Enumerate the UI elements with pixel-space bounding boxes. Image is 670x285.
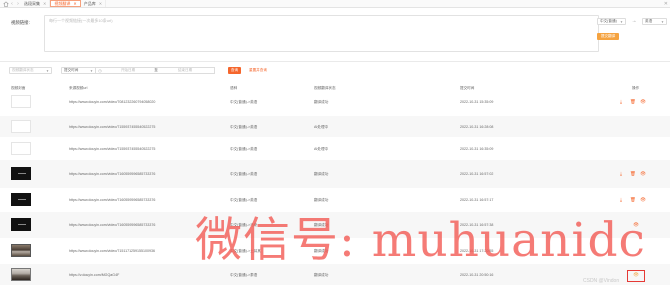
download-icon[interactable]: ⤓: [620, 197, 622, 202]
chevron-down-icon: ▼: [620, 19, 623, 24]
submit-time-cell: 2022-10-31 15:35:09: [460, 100, 494, 104]
chevron-down-icon: ▼: [661, 19, 664, 24]
language-cell: 中文(普通)->英语: [230, 198, 258, 202]
source-url-cell: https://www.douyin.com/video/71511712591…: [69, 249, 156, 253]
reset-search-button[interactable]: 重置并查询: [249, 68, 267, 73]
source-url-cell: https://www.douyin.com/video/71605595965…: [69, 198, 156, 202]
submit-time-cell: 2022-10-31 16:35:09: [460, 147, 494, 151]
status-cell: 翻译成功: [314, 273, 329, 277]
source-url-cell: https://www.douyin.com/video/71559374555…: [69, 125, 156, 129]
video-cover-thumbnail[interactable]: [11, 244, 31, 257]
home-icon[interactable]: [2, 0, 9, 7]
close-icon[interactable]: ✕: [73, 1, 76, 6]
source-url-cell: https://v.douyin.com/MGQaG4F: [69, 273, 120, 277]
video-cover-thumbnail[interactable]: [11, 95, 31, 108]
tab-label: 视频翻译: [54, 0, 71, 6]
video-cover-thumbnail[interactable]: [11, 218, 31, 231]
source-url-cell: https://www.douyin.com/video/71559374555…: [69, 147, 156, 151]
language-cell: 中文(普通)->英语: [230, 147, 258, 151]
video-link-label: 视频链接:: [11, 20, 30, 25]
video-cover-thumbnail[interactable]: [11, 268, 31, 281]
table-row: https://www.douyin.com/video/71559374555…: [0, 137, 670, 160]
divider: [0, 61, 670, 62]
tab-label: 选段采集: [24, 0, 40, 6]
status-filter-placeholder: 视频翻译状态: [12, 68, 34, 72]
date-range-picker[interactable]: ◷ 开始日期 至 结束日期: [95, 67, 215, 74]
tab-bar: ‹ › 选段采集 ✕ 视频翻译 ✕ 产品库 ✕ ✕: [0, 0, 670, 8]
video-cover-thumbnail[interactable]: [11, 120, 31, 133]
language-cell: 中文(普通)->英语: [230, 100, 258, 104]
highlight-box: [627, 270, 645, 282]
delete-icon[interactable]: 🗑: [630, 99, 636, 105]
status-cell: AI处理中: [314, 147, 329, 151]
view-icon[interactable]: 👁: [640, 171, 646, 177]
tab-video-translate[interactable]: 视频翻译 ✕: [50, 0, 81, 7]
tab-label: 产品库: [83, 0, 96, 6]
time-filter-select[interactable]: 提交时间 ▼: [61, 67, 96, 74]
chevron-down-icon: ▼: [46, 68, 49, 73]
delete-icon[interactable]: 🗑: [630, 197, 636, 203]
date-separator: 至: [154, 68, 158, 72]
start-date-input[interactable]: 开始日期: [104, 68, 152, 73]
language-cell: 中文(普通)->泰语: [230, 273, 258, 277]
status-cell: AI处理中: [314, 125, 329, 129]
calendar-icon: ◷: [98, 68, 102, 73]
status-filter-select[interactable]: 视频翻译状态 ▼: [9, 67, 52, 74]
submit-time-cell: 2022-10-31 16:57:17: [460, 198, 494, 202]
submit-time-cell: 2022-10-31 16:28:08: [460, 125, 494, 129]
submit-time-cell: 2022-10-31 16:57:02: [460, 172, 494, 176]
language-cell: 中文(普通)->英语: [230, 172, 258, 176]
table-row: https://www.douyin.com/video/70812322607…: [0, 88, 670, 116]
view-icon[interactable]: 👁: [640, 99, 646, 105]
view-icon[interactable]: 👁: [640, 197, 646, 203]
video-cover-thumbnail[interactable]: [11, 142, 31, 155]
source-language-select[interactable]: 中文(普通) ▼: [597, 18, 626, 25]
textarea-placeholder: 每行一个视频链接(一次最多10条url): [49, 18, 113, 23]
target-language-value: 英语: [645, 19, 653, 23]
table-row: https://www.douyin.com/video/71605595965…: [0, 188, 670, 212]
source-url-cell: https://www.douyin.com/video/71605595965…: [69, 223, 156, 227]
close-icon[interactable]: ✕: [99, 1, 102, 6]
end-date-input[interactable]: 结束日期: [160, 68, 210, 73]
submit-translate-button[interactable]: 提交翻译: [597, 33, 619, 40]
video-cover-thumbnail[interactable]: [11, 193, 31, 206]
download-icon[interactable]: ⤓: [620, 171, 622, 176]
watermark: 微信号: muhuanidc: [195, 213, 646, 268]
close-all-tabs-icon[interactable]: ✕: [664, 1, 668, 7]
close-icon[interactable]: ✕: [43, 1, 46, 6]
search-button[interactable]: 查询: [228, 67, 241, 74]
delete-icon[interactable]: 🗑: [630, 171, 636, 177]
table-row: https://www.douyin.com/video/71605595965…: [0, 160, 670, 188]
tab-product-library[interactable]: 产品库 ✕: [81, 0, 107, 7]
table-row: https://www.douyin.com/video/71559374555…: [0, 116, 670, 137]
source-url-cell: https://www.douyin.com/video/70812322607…: [69, 100, 156, 104]
status-cell: 翻译成功: [314, 172, 329, 176]
status-cell: 翻译成功: [314, 100, 329, 104]
language-cell: 中文(普通)->英语: [230, 125, 258, 129]
status-cell: 翻译成功: [314, 198, 329, 202]
tab-collection[interactable]: 选段采集 ✕: [21, 0, 51, 7]
chevron-down-icon: ▼: [90, 68, 93, 73]
time-filter-value: 提交时间: [64, 68, 79, 72]
submit-time-cell: 2022-10-31 20:50:16: [460, 273, 494, 277]
arrow-right-icon: →: [631, 18, 637, 24]
source-url-cell: https://www.douyin.com/video/71605595965…: [69, 172, 156, 176]
source-language-value: 中文(普通): [600, 19, 617, 23]
video-link-textarea[interactable]: 每行一个视频链接(一次最多10条url): [44, 15, 599, 52]
video-cover-thumbnail[interactable]: [11, 167, 31, 180]
corner-signature: CSDN @Vindon: [583, 278, 620, 284]
download-icon[interactable]: ⤓: [620, 99, 622, 104]
target-language-select[interactable]: 英语 ▼: [642, 18, 667, 25]
